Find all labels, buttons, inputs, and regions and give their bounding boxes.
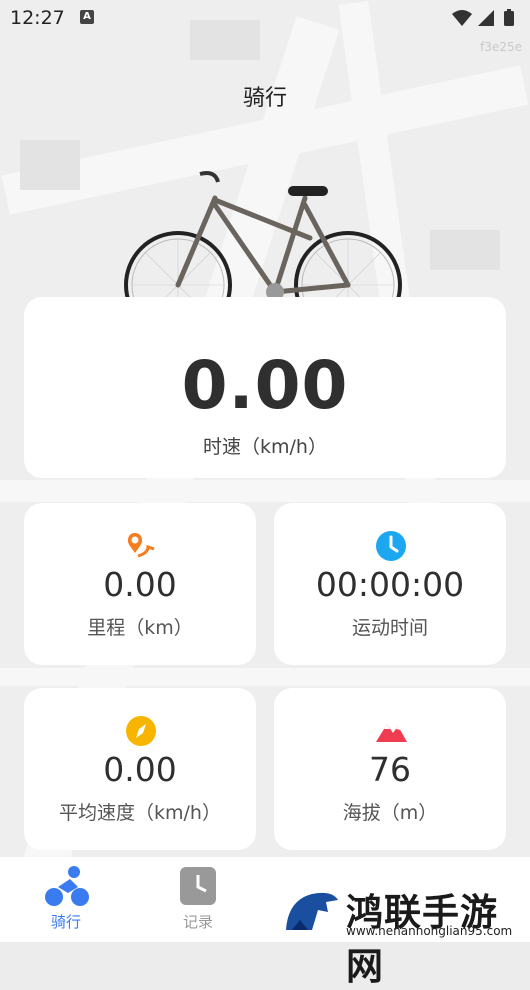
tab-record-label: 记录 xyxy=(182,913,213,931)
top-watermark: f3e25e xyxy=(480,40,522,54)
distance-label: 里程（km） xyxy=(87,617,193,639)
altitude-label: 海拔（m） xyxy=(342,802,438,824)
distance-card: 0.00 里程（km） xyxy=(24,503,256,665)
speed-value: 0.00 xyxy=(181,347,349,424)
speed-card: 0.00 时速（km/h） xyxy=(24,297,506,478)
distance-value: 0.00 xyxy=(103,565,177,604)
status-icons xyxy=(450,8,520,32)
record-icon xyxy=(180,867,216,905)
status-bar: 12:27 A xyxy=(0,0,530,36)
altitude-card: 76 海拔（m） xyxy=(274,688,506,850)
altitude-value: 76 xyxy=(369,750,411,789)
clock-icon xyxy=(376,531,406,561)
status-time: 12:27 xyxy=(10,7,65,29)
location-route-icon xyxy=(127,533,155,558)
wifi-icon xyxy=(452,10,472,26)
compass-icon xyxy=(126,716,156,746)
brand-watermark: 鸿联手游网 www.henanhonglian95.com xyxy=(280,878,530,988)
battery-icon xyxy=(504,9,514,26)
avg-speed-card: 0.00 平均速度（km/h） xyxy=(24,688,256,850)
page-title: 骑行 xyxy=(242,86,287,111)
signal-icon xyxy=(478,10,494,26)
brand-url: www.henanhonglian95.com xyxy=(346,924,513,938)
avg-speed-label: 平均速度（km/h） xyxy=(59,802,221,824)
tab-cycling-label: 骑行 xyxy=(50,913,81,931)
notification-a-icon: A xyxy=(80,10,94,24)
tab-record[interactable]: 记录 xyxy=(153,857,243,942)
cycling-icon xyxy=(45,866,89,906)
duration-card: 00:00:00 运动时间 xyxy=(274,503,506,665)
duration-label: 运动时间 xyxy=(351,617,428,639)
avg-speed-value: 0.00 xyxy=(103,750,177,789)
speed-label: 时速（km/h） xyxy=(203,436,327,458)
tab-cycling[interactable]: 骑行 xyxy=(21,857,111,942)
duration-value: 00:00:00 xyxy=(315,565,465,604)
brand-logo-icon xyxy=(282,880,342,940)
mountain-icon xyxy=(376,724,407,742)
